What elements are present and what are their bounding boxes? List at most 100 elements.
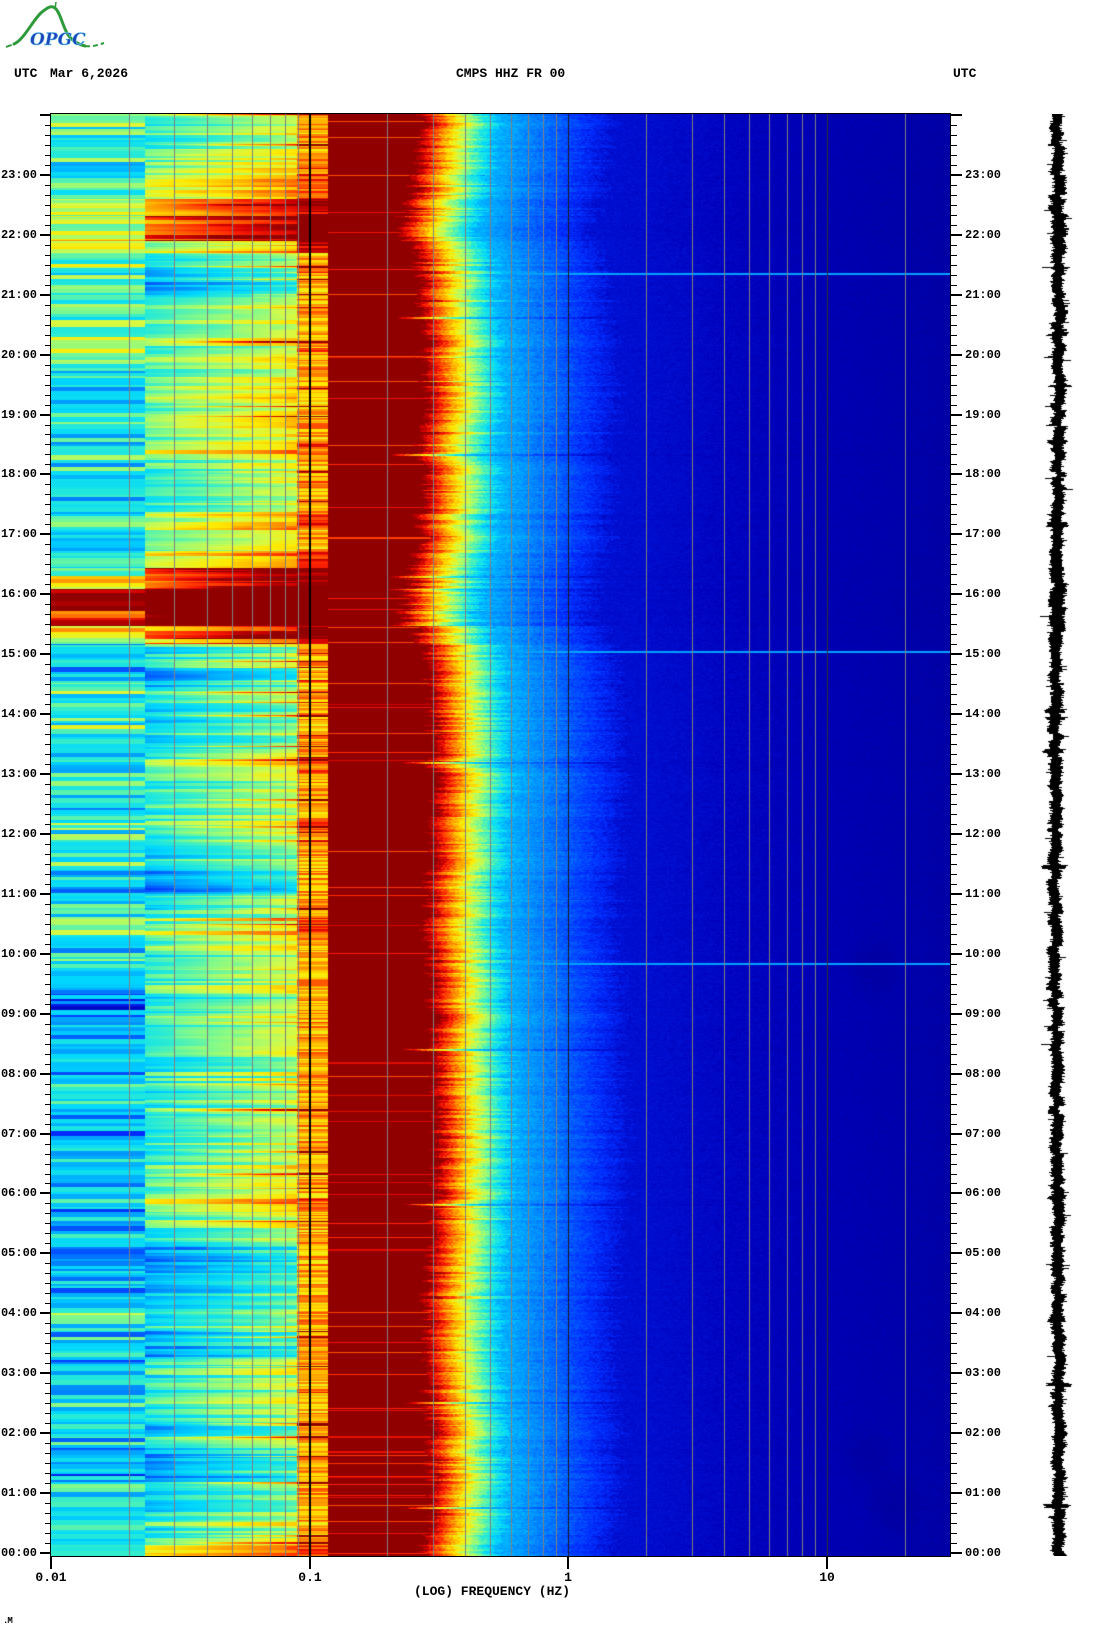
time-hour-tick: [951, 533, 962, 535]
time-label-left: 17:00: [0, 528, 37, 541]
time-label-left: 21:00: [0, 289, 37, 302]
time-minor-tick: [951, 664, 957, 665]
time-minor-tick: [45, 664, 51, 665]
time-label-right: 15:00: [965, 648, 1009, 661]
time-minor-tick: [45, 1303, 51, 1304]
time-minor-tick: [45, 1104, 51, 1105]
time-label-right: 21:00: [965, 289, 1009, 302]
summit-mark: [55, 2, 56, 9]
time-hour-tick: [951, 953, 962, 955]
time-minor-tick: [951, 644, 957, 645]
time-minor-tick: [951, 1124, 957, 1125]
time-minor-tick: [45, 644, 51, 645]
time-minor-tick: [951, 245, 957, 246]
time-minor-tick: [951, 1423, 957, 1424]
time-hour-tick: [40, 114, 51, 116]
time-minor-tick: [951, 1104, 957, 1105]
opgc-logo: OPGC: [4, 2, 116, 56]
time-minor-tick: [45, 634, 51, 635]
time-minor-tick: [951, 365, 957, 366]
time-label-left: 08:00: [0, 1068, 37, 1081]
time-minor-tick: [951, 1403, 957, 1404]
time-label-left: 16:00: [0, 588, 37, 601]
time-label-right: 09:00: [965, 1008, 1009, 1021]
time-minor-tick: [45, 994, 51, 995]
time-minor-tick: [951, 914, 957, 915]
time-label-right: 10:00: [965, 948, 1009, 961]
time-minor-tick: [45, 614, 51, 615]
time-minor-tick: [45, 914, 51, 915]
time-minor-tick: [951, 824, 957, 825]
time-minor-tick: [951, 974, 957, 975]
time-label-right: 06:00: [965, 1187, 1009, 1200]
time-minor-tick: [951, 1483, 957, 1484]
time-minor-tick: [951, 1273, 957, 1274]
time-minor-tick: [45, 934, 51, 935]
time-minor-tick: [45, 524, 51, 525]
time-minor-tick: [951, 1283, 957, 1284]
time-hour-tick: [951, 833, 962, 835]
time-hour-tick: [40, 1312, 51, 1314]
time-minor-tick: [45, 1363, 51, 1364]
time-minor-tick: [45, 674, 51, 675]
time-minor-tick: [45, 464, 51, 465]
time-minor-tick: [951, 1293, 957, 1294]
frequency-tick-label: 10: [792, 1570, 862, 1585]
time-label-right: 07:00: [965, 1128, 1009, 1141]
time-label-left: 00:00: [0, 1547, 37, 1560]
time-minor-tick: [45, 574, 51, 575]
time-minor-tick: [45, 375, 51, 376]
time-label-right: 14:00: [965, 708, 1009, 721]
time-label-left: 12:00: [0, 828, 37, 841]
time-hour-tick: [40, 713, 51, 715]
time-label-left: 10:00: [0, 948, 37, 961]
time-label-left: 23:00: [0, 169, 37, 182]
time-minor-tick: [45, 734, 51, 735]
time-minor-tick: [951, 574, 957, 575]
time-minor-tick: [951, 874, 957, 875]
time-label-right: 23:00: [965, 169, 1009, 182]
time-minor-tick: [45, 345, 51, 346]
time-label-right: 18:00: [965, 468, 1009, 481]
time-minor-tick: [951, 734, 957, 735]
time-minor-tick: [951, 165, 957, 166]
time-minor-tick: [45, 564, 51, 565]
time-hour-tick: [40, 593, 51, 595]
time-minor-tick: [951, 1353, 957, 1354]
time-minor-tick: [951, 195, 957, 196]
time-minor-tick: [951, 524, 957, 525]
time-minor-tick: [951, 135, 957, 136]
time-minor-tick: [951, 1213, 957, 1214]
time-minor-tick: [951, 1543, 957, 1544]
time-minor-tick: [45, 984, 51, 985]
time-minor-tick: [951, 385, 957, 386]
frequency-tick: [309, 1556, 311, 1569]
time-minor-tick: [951, 1233, 957, 1234]
time-hour-tick: [40, 833, 51, 835]
time-hour-tick: [40, 1492, 51, 1494]
time-hour-tick: [951, 713, 962, 715]
time-minor-tick: [45, 444, 51, 445]
time-minor-tick: [951, 814, 957, 815]
frequency-tick: [567, 1556, 569, 1569]
time-minor-tick: [45, 724, 51, 725]
time-label-right: 08:00: [965, 1068, 1009, 1081]
time-minor-tick: [951, 1084, 957, 1085]
time-hour-tick: [951, 354, 962, 356]
time-minor-tick: [45, 245, 51, 246]
frequency-tick: [50, 1556, 52, 1569]
time-minor-tick: [951, 864, 957, 865]
time-hour-tick: [40, 893, 51, 895]
time-label-left: 13:00: [0, 768, 37, 781]
time-label-left: 14:00: [0, 708, 37, 721]
time-minor-tick: [951, 155, 957, 156]
time-minor-tick: [45, 1054, 51, 1055]
time-label-left: 02:00: [0, 1427, 37, 1440]
time-hour-tick: [40, 1552, 51, 1554]
time-minor-tick: [951, 425, 957, 426]
time-minor-tick: [951, 504, 957, 505]
time-hour-tick: [951, 1372, 962, 1374]
time-label-left: 05:00: [0, 1247, 37, 1260]
time-label-left: 11:00: [0, 888, 37, 901]
time-minor-tick: [951, 944, 957, 945]
